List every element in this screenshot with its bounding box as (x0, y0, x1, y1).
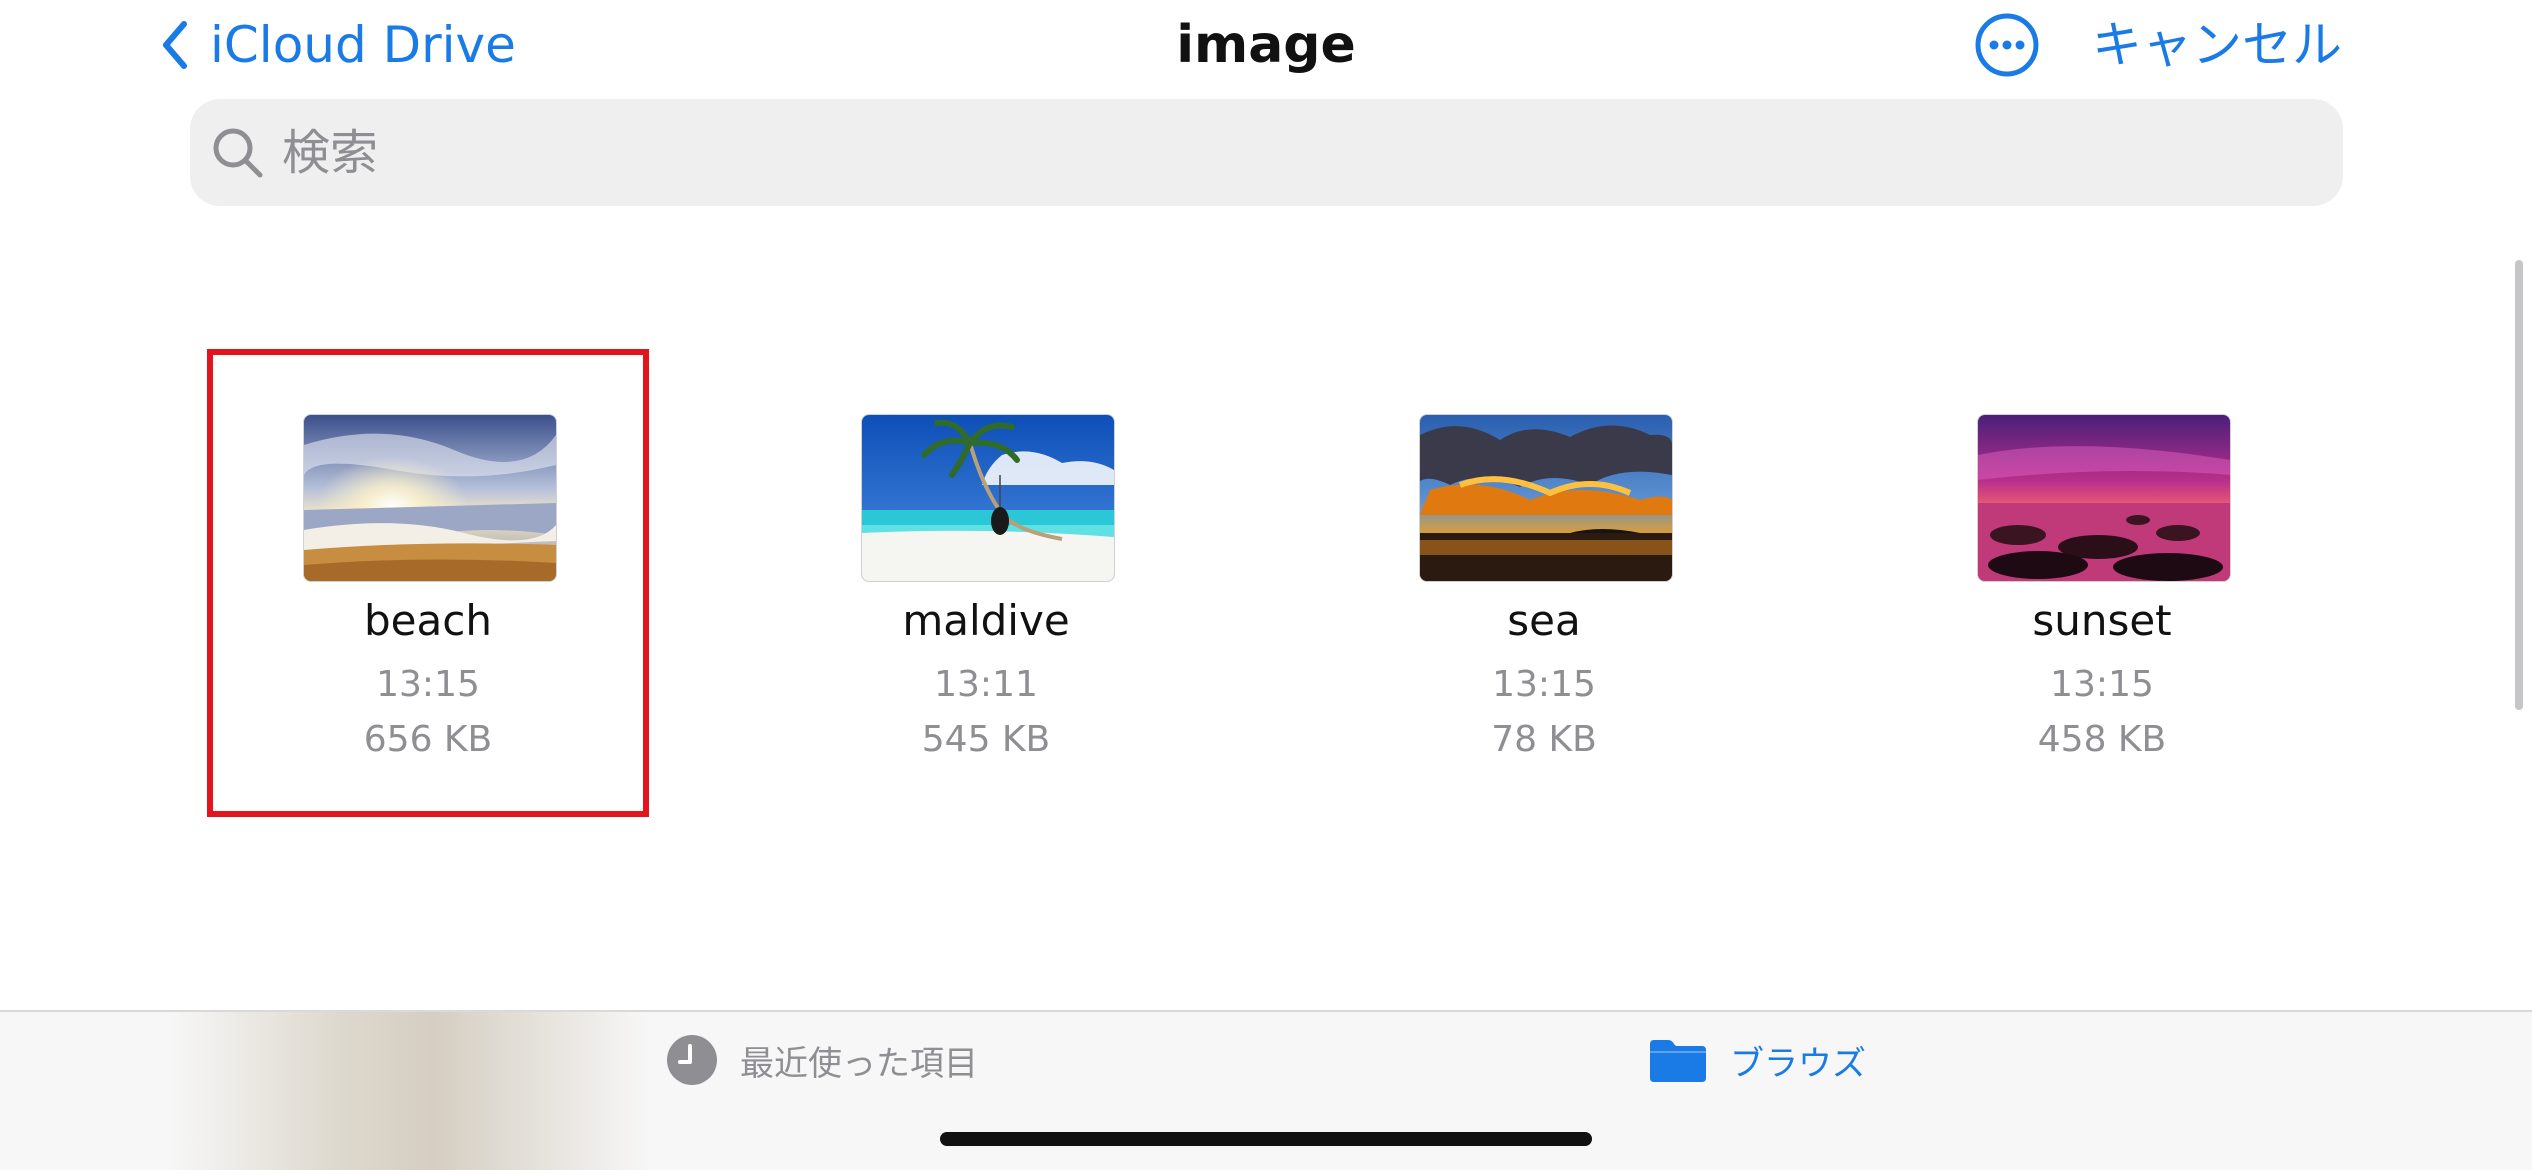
file-modified-time: 13:15 (376, 664, 480, 705)
file-modified-time: 13:11 (934, 664, 1038, 705)
tab-browse-label: ブラウズ (1730, 1043, 1866, 1084)
file-size: 458 KB (2037, 719, 2167, 760)
file-item-beach[interactable]: beach 13:15 656 KB (207, 349, 649, 817)
scroll-indicator[interactable] (2515, 260, 2523, 710)
file-thumbnail (861, 414, 1115, 582)
chevron-left-icon (163, 21, 187, 69)
sea-image (1420, 415, 1672, 581)
file-size: 656 KB (363, 719, 493, 760)
back-button-label: iCloud Drive (210, 16, 516, 74)
search-icon (213, 128, 263, 177)
search-bar[interactable] (190, 99, 2343, 206)
file-name: beach (364, 596, 492, 645)
tab-bar (0, 1010, 2532, 1170)
home-indicator[interactable] (940, 1132, 1592, 1146)
file-size: 78 KB (1491, 719, 1597, 760)
cancel-button[interactable]: キャンセル (2092, 10, 2342, 80)
search-input[interactable] (280, 123, 2184, 182)
files-picker-screen: iCloud Drive image キャンセル 検索 beach 13:15 … (0, 0, 2532, 1170)
file-thumbnail (1419, 414, 1673, 582)
clock-icon (667, 1035, 717, 1085)
file-modified-time: 13:15 (2050, 664, 2154, 705)
ellipsis-circle-icon[interactable] (1974, 12, 2040, 78)
file-modified-time: 13:15 (1492, 664, 1596, 705)
tab-browse[interactable]: ブラウズ (1648, 1030, 1866, 1090)
file-item-sea[interactable]: sea 13:15 78 KB (1326, 352, 1762, 814)
folder-icon (1650, 1040, 1706, 1082)
tab-recent-label: 最近使った項目 (740, 1043, 978, 1084)
file-name: maldive (902, 596, 1070, 645)
background-blur (170, 1012, 650, 1170)
file-size: 545 KB (921, 719, 1051, 760)
tab-recent[interactable]: 最近使った項目 (666, 1030, 978, 1090)
back-button[interactable]: iCloud Drive (160, 10, 516, 80)
file-name: sunset (2032, 596, 2172, 645)
file-name: sea (1507, 596, 1581, 645)
maldive-image (862, 415, 1114, 581)
file-thumbnail (1977, 414, 2231, 582)
sunset-image (1978, 415, 2230, 581)
file-item-maldive[interactable]: maldive 13:11 545 KB (768, 352, 1204, 814)
file-thumbnail (303, 414, 557, 582)
beach-image (304, 415, 556, 581)
file-item-sunset[interactable]: sunset 13:15 458 KB (1884, 352, 2320, 814)
